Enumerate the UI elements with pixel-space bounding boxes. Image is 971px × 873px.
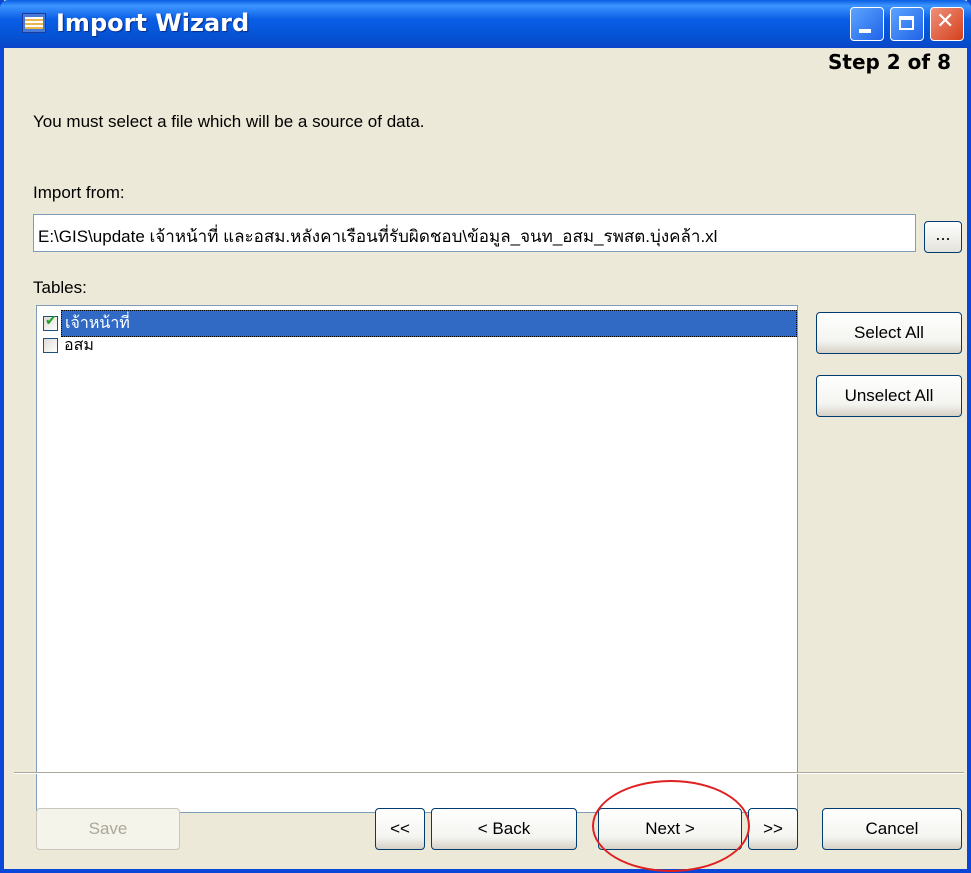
save-button[interactable]: Save (36, 808, 180, 850)
last-step-button[interactable]: >> (748, 808, 798, 850)
import-path-field[interactable]: E:\GIS\update เจ้าหน้าที่ และอสม.หลังคาเ… (33, 214, 916, 252)
select-all-button[interactable]: Select All (816, 312, 962, 354)
maximize-button[interactable] (890, 7, 924, 41)
list-item-label: เจ้าหน้าที่ (61, 309, 797, 337)
first-step-button[interactable]: << (375, 808, 425, 850)
tables-label: Tables: (33, 278, 87, 297)
footer-divider (14, 772, 964, 774)
window-title: Import Wizard (56, 9, 250, 37)
app-icon (22, 13, 46, 33)
close-button[interactable] (930, 7, 964, 41)
back-button[interactable]: < Back (431, 808, 577, 850)
minimize-button[interactable] (850, 7, 884, 41)
next-button[interactable]: Next > (598, 808, 742, 850)
unselect-all-button[interactable]: Unselect All (816, 375, 962, 417)
list-item[interactable]: อสม (37, 334, 797, 356)
import-wizard-window: Import Wizard Step 2 of 8 You must selec… (0, 0, 971, 873)
list-item-label: อสม (64, 334, 94, 354)
browse-button[interactable]: ... (924, 221, 962, 253)
list-item[interactable]: เจ้าหน้าที่ (37, 309, 797, 337)
checkbox-unchecked-icon[interactable] (43, 337, 58, 353)
instructions-text: You must select a file which will be a s… (33, 112, 425, 131)
checkbox-checked-icon[interactable] (43, 313, 58, 331)
cancel-button[interactable]: Cancel (822, 808, 962, 850)
title-bar[interactable]: Import Wizard (0, 0, 971, 48)
tables-list[interactable]: เจ้าหน้าที่ อสม (36, 305, 798, 813)
step-indicator: Step 2 of 8 (827, 50, 951, 74)
import-from-label: Import from: (33, 183, 125, 202)
